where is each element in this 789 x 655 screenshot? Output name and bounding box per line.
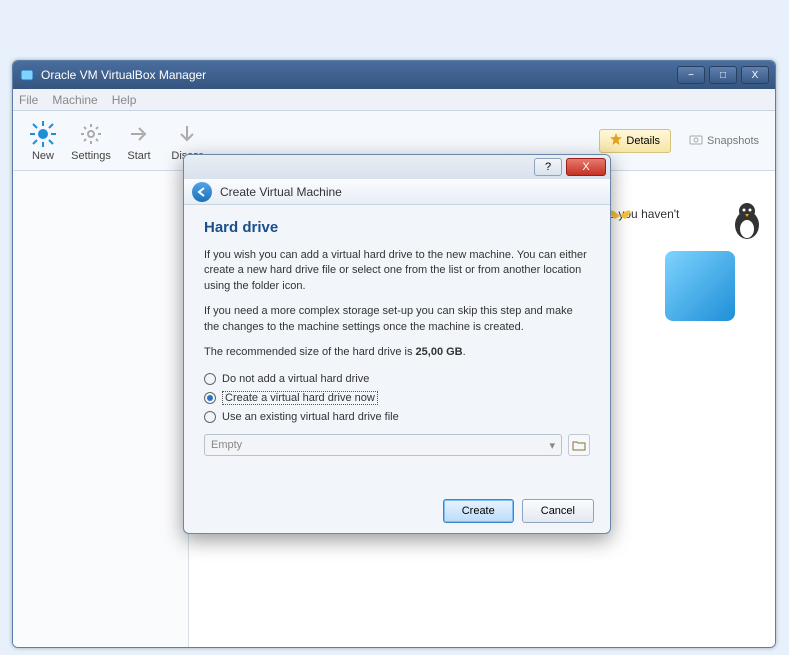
snapshots-label: Snapshots <box>707 135 759 147</box>
dialog-title: Create Virtual Machine <box>220 185 342 199</box>
option-do-not-add-label: Do not add a virtual hard drive <box>222 373 369 385</box>
option-use-existing-label: Use an existing virtual hard drive file <box>222 411 399 423</box>
dialog-help-button[interactable]: ? <box>534 158 562 176</box>
window-titlebar: Oracle VM VirtualBox Manager − □ X <box>13 61 775 89</box>
dialog-footer: Create Cancel <box>443 499 594 523</box>
sun-icon <box>29 120 57 148</box>
option-use-existing[interactable]: Use an existing virtual hard drive file <box>204 408 590 426</box>
toolbar-new-label: New <box>32 150 54 162</box>
hard-drive-options: Do not add a virtual hard drive Create a… <box>204 370 590 426</box>
menu-help[interactable]: Help <box>112 93 137 107</box>
toolbar-settings-button[interactable]: Settings <box>67 120 115 162</box>
option-do-not-add[interactable]: Do not add a virtual hard drive <box>204 370 590 388</box>
existing-drive-combo[interactable]: Empty ▾ <box>204 434 562 456</box>
snapshots-button[interactable]: Snapshots <box>679 129 769 153</box>
dialog-titlebar: ? X <box>184 155 610 179</box>
description-paragraph-1: If you wish you can add a virtual hard d… <box>204 248 590 294</box>
toolbar-start-label: Start <box>127 150 150 162</box>
recommended-size-text: The recommended size of the hard drive i… <box>204 345 590 360</box>
welcome-graphic <box>605 201 765 361</box>
existing-drive-row: Empty ▾ <box>204 434 590 456</box>
details-button[interactable]: Details <box>599 129 671 153</box>
app-icon <box>19 67 35 83</box>
menu-file[interactable]: File <box>19 93 38 107</box>
radio-icon <box>204 411 216 423</box>
penguin-icon <box>729 201 765 244</box>
create-vm-wizard-dialog: ? X Create Virtual Machine Hard drive If… <box>183 154 611 534</box>
menubar: File Machine Help <box>13 89 775 111</box>
option-create-now-label: Create a virtual hard drive now <box>222 391 378 405</box>
arrow-right-icon <box>125 120 153 148</box>
star-icon <box>610 133 622 148</box>
dialog-header: Create Virtual Machine <box>184 179 610 205</box>
section-title: Hard drive <box>204 219 590 236</box>
menu-machine[interactable]: Machine <box>52 93 97 107</box>
create-button[interactable]: Create <box>443 499 514 523</box>
radio-icon <box>204 373 216 385</box>
window-close-button[interactable]: X <box>741 66 769 84</box>
toolbar-settings-label: Settings <box>71 150 111 162</box>
folder-icon <box>572 439 586 451</box>
details-label: Details <box>626 135 660 147</box>
chevron-down-icon: ▾ <box>549 439 555 452</box>
toolbar-new-button[interactable]: New <box>19 120 67 162</box>
dialog-close-button[interactable]: X <box>566 158 606 176</box>
combo-value: Empty <box>211 439 242 451</box>
option-create-now[interactable]: Create a virtual hard drive now <box>204 388 590 408</box>
description-paragraph-2: If you need a more complex storage set-u… <box>204 304 590 335</box>
dialog-body: Hard drive If you wish you can add a vir… <box>184 205 610 466</box>
gear-icon <box>77 120 105 148</box>
vm-list-sidebar <box>13 171 189 647</box>
window-maximize-button[interactable]: □ <box>709 66 737 84</box>
arrow-down-icon <box>173 120 201 148</box>
toolbar-start-button[interactable]: Start <box>115 120 163 162</box>
virtualbox-cube-icon <box>665 251 735 321</box>
radio-icon <box>204 392 216 404</box>
back-button[interactable] <box>192 182 212 202</box>
camera-icon <box>689 132 703 149</box>
cancel-button[interactable]: Cancel <box>522 499 594 523</box>
window-minimize-button[interactable]: − <box>677 66 705 84</box>
window-title: Oracle VM VirtualBox Manager <box>41 68 206 82</box>
browse-folder-button[interactable] <box>568 434 590 456</box>
